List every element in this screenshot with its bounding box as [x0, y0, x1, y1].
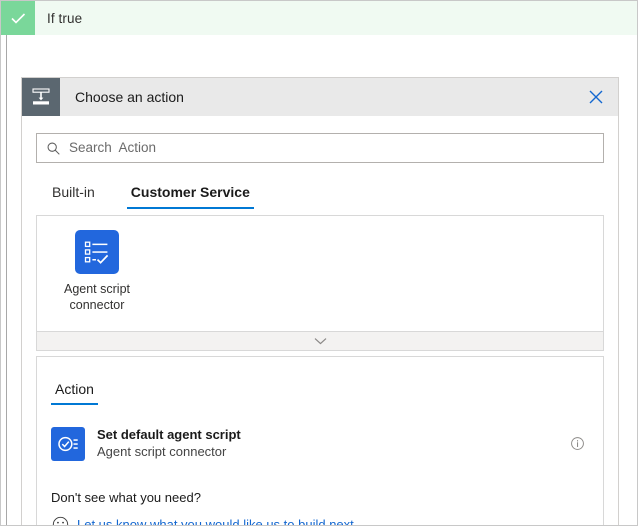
agent-script-connector-icon	[75, 230, 119, 274]
panel-header: Choose an action	[22, 78, 618, 117]
category-tabs: Built-in Customer Service	[36, 177, 604, 209]
list-item[interactable]: Set default agent script Agent script co…	[51, 423, 589, 464]
choose-an-action-panel: Choose an action Built-in	[21, 77, 619, 526]
list-item-text: Set default agent script Agent script co…	[85, 426, 565, 461]
list-item-subtitle: Agent script connector	[97, 443, 565, 461]
build-next-link[interactable]: Let us know what you would like us to bu…	[69, 517, 354, 526]
connector-label-line1: Agent script	[64, 282, 130, 296]
list-item-title: Set default agent script	[97, 426, 565, 443]
branch-bar-if-true: If true	[1, 1, 638, 35]
tab-built-in[interactable]: Built-in	[48, 184, 99, 209]
connector-label-line2: connector	[70, 298, 125, 312]
check-icon	[1, 1, 35, 35]
search-box[interactable]	[36, 133, 604, 163]
collapse-gallery-button[interactable]	[36, 332, 604, 351]
connector-gallery: Agent script connector	[36, 215, 604, 332]
footer-note: Don't see what you need? Let us know wha…	[51, 489, 589, 526]
tab-customer-service[interactable]: Customer Service	[127, 184, 254, 209]
results-card: Action Set default agent script	[36, 356, 604, 526]
chevron-down-icon	[314, 337, 327, 345]
insert-step-icon	[22, 78, 60, 116]
footer-link-row: Let us know what you would like us to bu…	[51, 515, 589, 526]
results-tabs: Action	[51, 357, 589, 405]
connector-tile-agent-script-connector[interactable]: Agent script connector	[49, 226, 145, 313]
panel-title: Choose an action	[60, 78, 574, 116]
branch-label: If true	[35, 11, 82, 26]
info-icon[interactable]	[565, 436, 589, 451]
search-icon	[37, 141, 69, 156]
set-default-agent-script-icon	[51, 427, 85, 461]
flow-connector-line	[6, 35, 7, 526]
screen-root: If true Choose an action	[0, 0, 638, 526]
footer-question: Don't see what you need?	[51, 489, 589, 507]
panel-body: Built-in Customer Service	[22, 117, 618, 526]
close-icon[interactable]	[574, 78, 618, 116]
search-input[interactable]	[69, 135, 603, 161]
tab-action[interactable]: Action	[51, 381, 98, 405]
smiley-icon	[51, 515, 69, 526]
connector-tile-label: Agent script connector	[64, 281, 130, 313]
